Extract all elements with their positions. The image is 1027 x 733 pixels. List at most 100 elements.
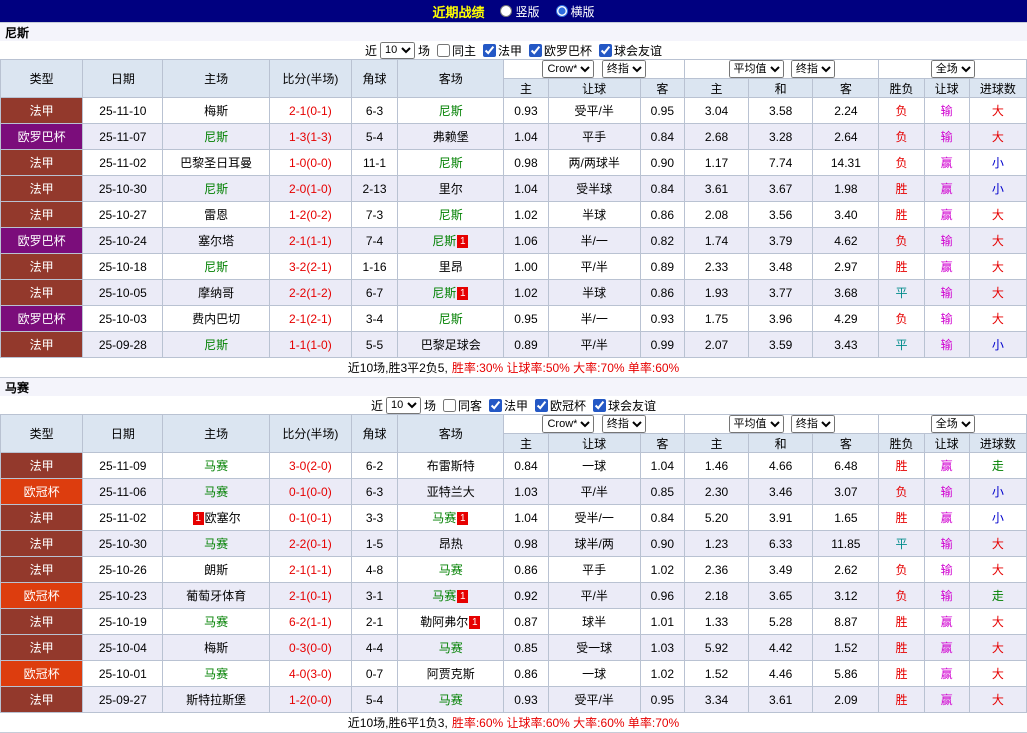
handicap-result-cell: 赢 xyxy=(923,253,970,280)
league-cell: 法甲 xyxy=(0,530,84,557)
home-odds-cell: 0.95 xyxy=(503,305,549,332)
friendly-checkbox-input[interactable] xyxy=(599,43,613,57)
avg-away-cell: 2.64 xyxy=(812,123,880,150)
team-name: 马赛 xyxy=(438,641,463,655)
away-team-cell: 勒阿弗尔 1 xyxy=(397,608,505,635)
corners-cell: 6-3 xyxy=(350,478,399,505)
col-header-avg-away: 客 xyxy=(812,433,880,453)
same-venue-checkbox[interactable]: 同客 xyxy=(442,397,482,414)
league-checkbox[interactable]: 法甲 xyxy=(489,397,528,414)
team-name: 尼斯 xyxy=(438,156,463,170)
match-count-select[interactable]: 10 xyxy=(379,41,415,59)
handicap-cell: 两/两球半 xyxy=(547,149,641,176)
results-table-nice: 类型 日期 主场 比分(半场) 角球 客场 Crow* 终指 平均值 终指 全场 xyxy=(0,59,1027,358)
average-kind-select[interactable]: 终指 xyxy=(790,415,835,433)
horizontal-radio-input[interactable] xyxy=(555,5,568,17)
scope-select[interactable]: 全场 xyxy=(930,60,975,78)
vertical-radio-label: 竖版 xyxy=(515,4,540,19)
result-cell: 平 xyxy=(878,279,925,306)
home-odds-cell: 1.02 xyxy=(503,279,549,306)
average-select[interactable]: 平均值 xyxy=(728,60,784,78)
result-cell: 胜 xyxy=(878,452,925,479)
avg-home-cell: 1.52 xyxy=(683,660,750,687)
home-team-cell: 马赛 xyxy=(162,608,270,635)
avg-home-cell: 2.07 xyxy=(683,331,750,358)
score-cell: 1-2(0-2) xyxy=(268,201,352,228)
team-name: 尼斯 xyxy=(204,182,229,196)
avg-home-cell: 3.61 xyxy=(683,175,750,202)
bookmaker-select[interactable]: Crow* xyxy=(542,415,595,433)
home-odds-cell: 0.98 xyxy=(503,149,549,176)
average-select[interactable]: 平均值 xyxy=(728,415,784,433)
away-odds-cell: 0.95 xyxy=(639,97,685,124)
league-cell: 欧罗巴杯 xyxy=(0,123,84,150)
handicap-kind-select[interactable]: 终指 xyxy=(601,60,646,78)
friendly-checkbox[interactable]: 球会友谊 xyxy=(593,397,656,414)
date-cell: 25-11-06 xyxy=(82,478,164,505)
handicap-cell: 平手 xyxy=(547,556,641,583)
score-cell: 1-0(0-0) xyxy=(268,149,352,176)
cup-checkbox[interactable]: 欧罗巴杯 xyxy=(529,42,592,59)
avg-home-cell: 5.92 xyxy=(683,634,750,661)
away-odds-cell: 0.86 xyxy=(639,279,685,306)
away-team-cell: 阿贾克斯 xyxy=(397,660,505,687)
results-row: 法甲 25-09-28 尼斯 1-1(1-0) 5-5 巴黎足球会 0.89 平… xyxy=(0,331,1027,358)
average-kind-select[interactable]: 终指 xyxy=(790,60,835,78)
handicap-cell: 半/一 xyxy=(547,305,641,332)
avg-away-cell: 1.52 xyxy=(812,634,880,661)
goals-result-cell: 大 xyxy=(968,201,1027,228)
summary-rates: 胜率:30% 让球率:50% 大率:70% 单率:60% xyxy=(451,361,680,375)
date-cell: 25-10-01 xyxy=(82,660,164,687)
summary-rates: 胜率:60% 让球率:60% 大率:60% 单率:70% xyxy=(451,716,680,730)
same-venue-checkbox-input[interactable] xyxy=(436,43,450,57)
friendly-checkbox-input[interactable] xyxy=(593,398,607,412)
handicap-select-group: Crow* 终指 xyxy=(503,414,685,434)
away-team-cell: 昂热 xyxy=(397,530,505,557)
league-checkbox-input[interactable] xyxy=(483,43,496,57)
league-checkbox[interactable]: 法甲 xyxy=(483,42,522,59)
corners-cell: 7-4 xyxy=(350,227,399,254)
avg-draw-cell: 3.79 xyxy=(748,227,814,254)
team-name: 弗赖堡 xyxy=(432,130,469,144)
cup-checkbox-input[interactable] xyxy=(529,43,543,57)
cup-checkbox[interactable]: 欧冠杯 xyxy=(535,397,586,414)
handicap-kind-select[interactable]: 终指 xyxy=(601,415,646,433)
avg-home-cell: 1.17 xyxy=(683,149,750,176)
cup-checkbox-input[interactable] xyxy=(535,398,549,412)
result-cell: 胜 xyxy=(878,686,925,713)
same-venue-checkbox[interactable]: 同主 xyxy=(436,42,476,59)
avg-draw-cell: 3.46 xyxy=(748,478,814,505)
handicap-result-cell: 输 xyxy=(923,478,970,505)
bookmaker-select[interactable]: Crow* xyxy=(542,60,595,78)
handicap-result-cell: 输 xyxy=(923,305,970,332)
avg-away-cell: 2.62 xyxy=(812,556,880,583)
avg-away-cell: 4.62 xyxy=(812,227,880,254)
results-row: 法甲 25-10-19 马赛 6-2(1-1) 2-1 勒阿弗尔 1 0.87 球… xyxy=(0,608,1027,635)
filter-suffix-label: 场 xyxy=(417,43,430,58)
league-checkbox-input[interactable] xyxy=(489,398,502,412)
away-team-cell: 里昂 xyxy=(397,253,505,280)
away-odds-cell: 0.90 xyxy=(639,149,685,176)
team-name: 尼斯 xyxy=(204,130,229,144)
layout-radio-horizontal[interactable]: 横版 xyxy=(555,3,595,20)
home-odds-cell: 0.93 xyxy=(503,686,549,713)
avg-home-cell: 3.34 xyxy=(683,686,750,713)
date-cell: 25-10-26 xyxy=(82,556,164,583)
avg-draw-cell: 3.56 xyxy=(748,201,814,228)
same-venue-checkbox-input[interactable] xyxy=(442,398,456,412)
league-cell: 法甲 xyxy=(0,331,84,358)
col-header-handicap-home: 主 xyxy=(503,78,549,98)
result-cell: 负 xyxy=(878,556,925,583)
handicap-cell: 球半 xyxy=(547,608,641,635)
avg-home-cell: 1.33 xyxy=(683,608,750,635)
layout-radio-vertical[interactable]: 竖版 xyxy=(500,3,540,20)
friendly-checkbox[interactable]: 球会友谊 xyxy=(599,42,662,59)
match-count-select[interactable]: 10 xyxy=(385,396,421,414)
away-odds-cell: 0.99 xyxy=(639,331,685,358)
col-header-goals: 进球数 xyxy=(968,433,1027,453)
scope-select[interactable]: 全场 xyxy=(930,415,975,433)
avg-away-cell: 4.29 xyxy=(812,305,880,332)
away-odds-cell: 1.03 xyxy=(639,634,685,661)
vertical-radio-input[interactable] xyxy=(500,5,513,17)
team-name-label: 尼斯 xyxy=(5,25,30,40)
